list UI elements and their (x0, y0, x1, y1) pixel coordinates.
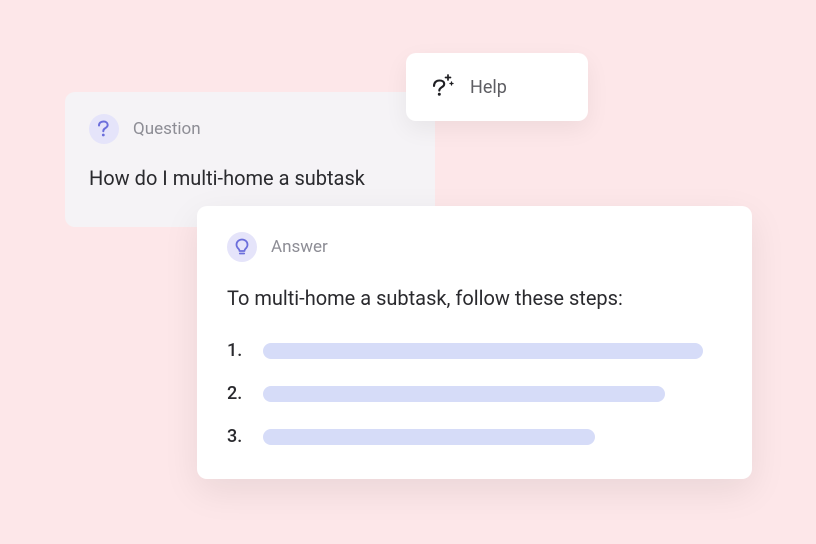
answer-card: Answer To multi-home a subtask, follow t… (197, 206, 752, 479)
question-text: How do I multi-home a subtask (89, 164, 411, 192)
answer-card-header: Answer (227, 232, 722, 262)
answer-intro-text: To multi-home a subtask, follow these st… (227, 284, 722, 312)
question-mark-icon (89, 114, 119, 144)
skeleton-bar (263, 386, 665, 402)
help-button[interactable]: Help (406, 53, 588, 121)
answer-header-label: Answer (271, 237, 328, 257)
list-item: 1. (227, 340, 722, 361)
question-card-header: Question (89, 114, 411, 144)
step-number: 1. (227, 340, 243, 361)
skeleton-bar (263, 429, 595, 445)
step-number: 3. (227, 426, 243, 447)
list-item: 3. (227, 426, 722, 447)
help-button-label: Help (470, 77, 507, 98)
lightbulb-icon (227, 232, 257, 262)
step-number: 2. (227, 383, 243, 404)
sparkle-question-icon (428, 72, 454, 102)
question-header-label: Question (133, 119, 201, 139)
skeleton-bar (263, 343, 703, 359)
answer-steps-list: 1. 2. 3. (227, 340, 722, 447)
list-item: 2. (227, 383, 722, 404)
